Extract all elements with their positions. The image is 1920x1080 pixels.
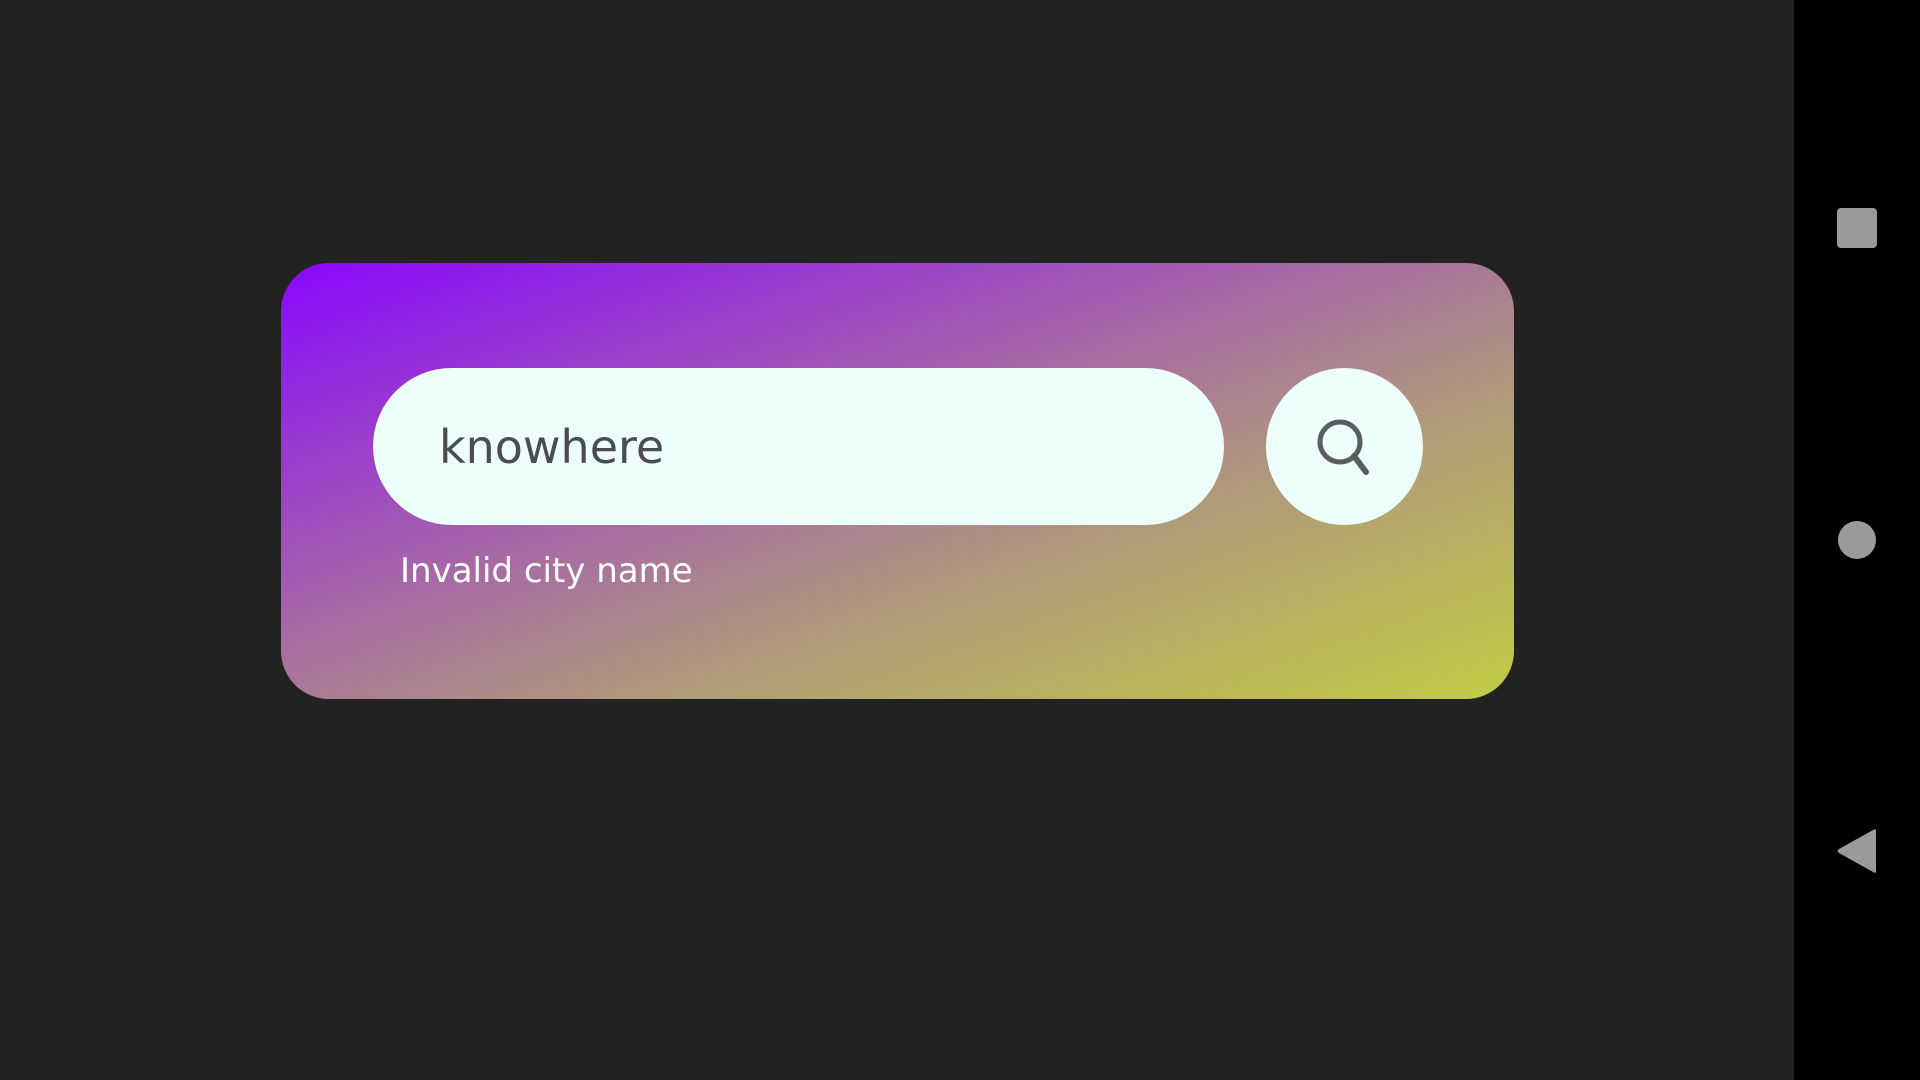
system-nav-bar bbox=[1794, 0, 1920, 1080]
search-card: Invalid city name bbox=[281, 263, 1514, 699]
error-message: Invalid city name bbox=[400, 551, 693, 591]
search-button[interactable] bbox=[1266, 368, 1423, 525]
square-icon bbox=[1837, 208, 1877, 248]
circle-icon bbox=[1838, 521, 1876, 559]
home-button[interactable] bbox=[1794, 477, 1920, 603]
search-icon bbox=[1317, 419, 1369, 475]
recents-button[interactable] bbox=[1794, 165, 1920, 291]
app-screen: Invalid city name bbox=[0, 0, 1794, 1080]
city-search-input[interactable] bbox=[439, 419, 1184, 474]
city-search-field[interactable] bbox=[373, 368, 1224, 525]
back-button[interactable] bbox=[1794, 788, 1920, 914]
triangle-back-icon bbox=[1837, 829, 1876, 873]
